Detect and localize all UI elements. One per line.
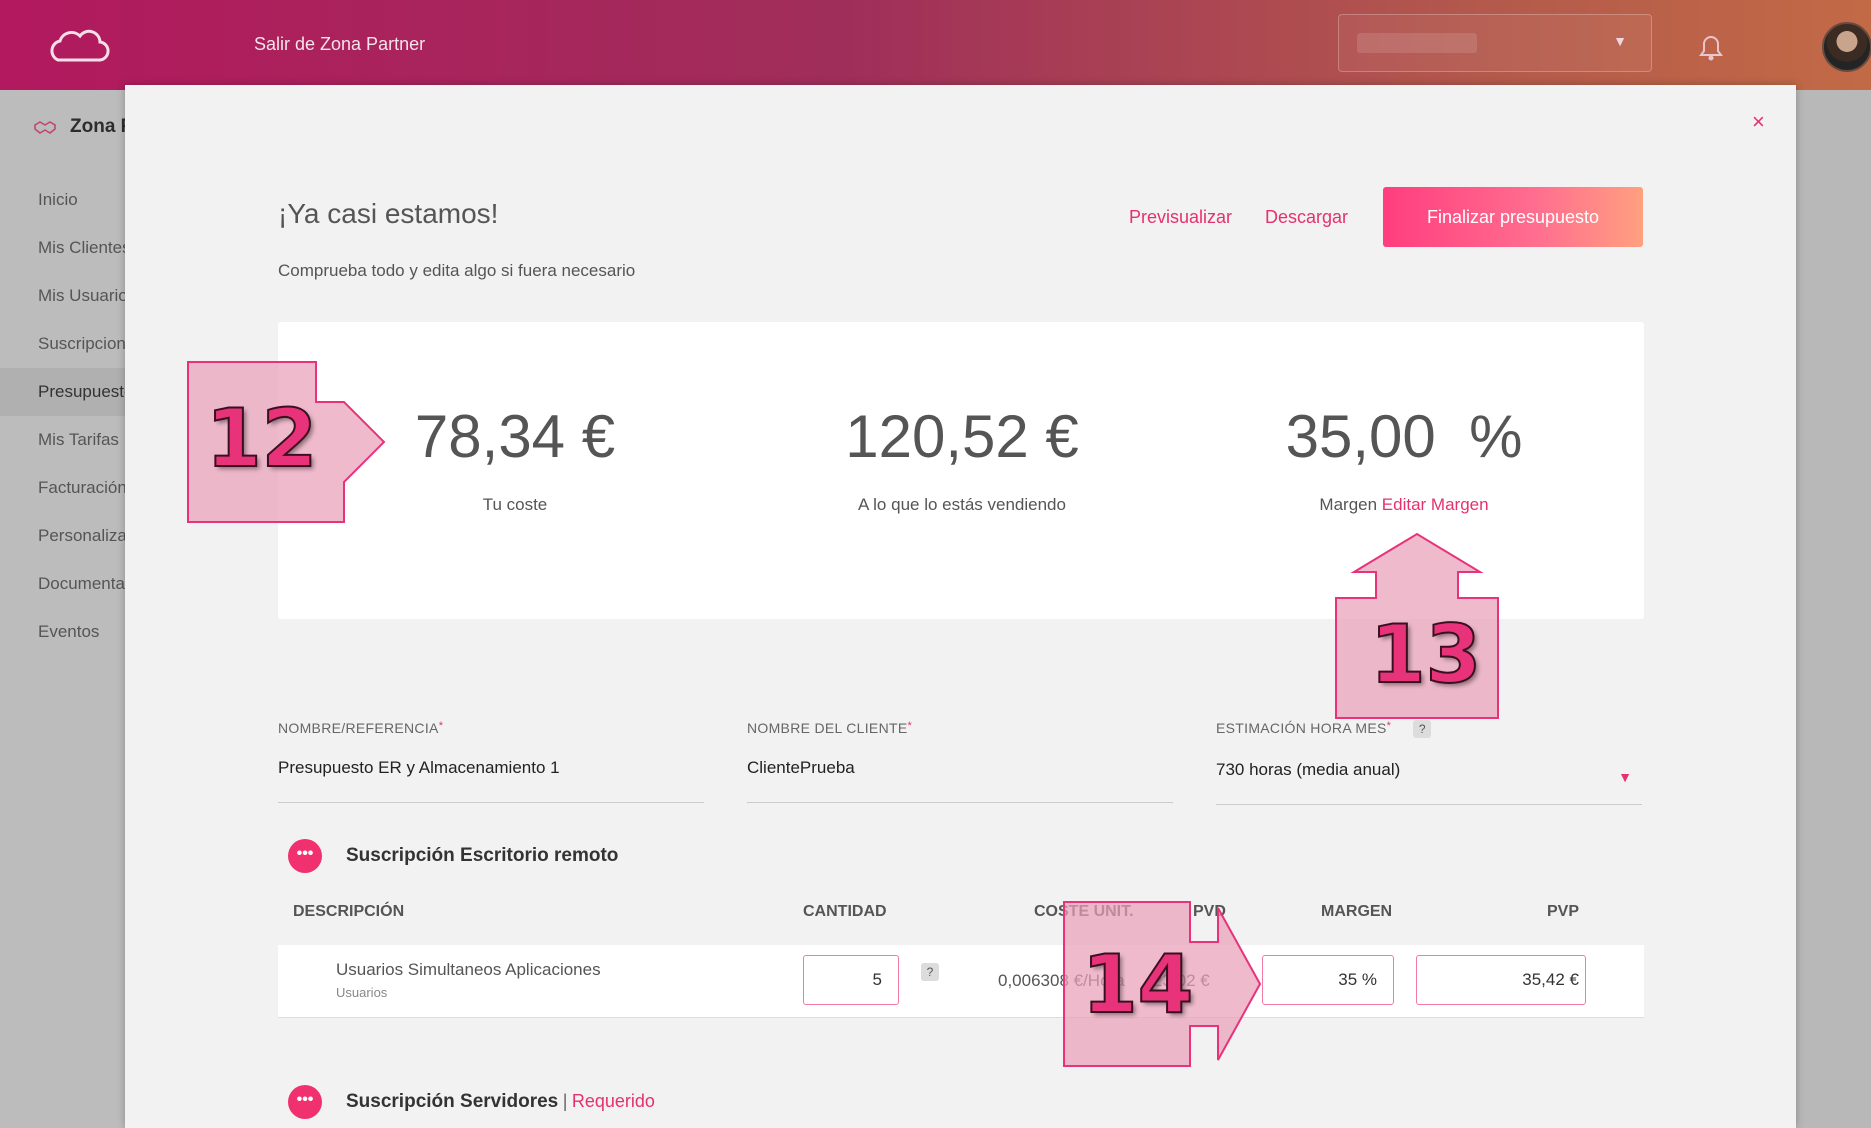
handshake-icon: [34, 121, 56, 134]
col-header-description: DESCRIPCIÓN: [293, 903, 405, 920]
preview-link[interactable]: Previsualizar: [1129, 207, 1232, 228]
modal-subtitle: Comprueba todo y edita algo si fuera nec…: [278, 261, 636, 280]
sidebar: Zona P Inicio Mis Clientes Mis Usuarios …: [0, 90, 144, 1128]
cloud-logo-icon[interactable]: [44, 26, 114, 66]
col-header-margin: MARGEN: [1321, 903, 1393, 920]
more-options-icon[interactable]: •••: [288, 1085, 322, 1119]
client-field-label: NOMBRE DEL CLIENTE*: [747, 720, 913, 736]
sidebar-item-usuarios[interactable]: Mis Usuarios: [38, 286, 136, 306]
close-icon[interactable]: ×: [1752, 109, 1765, 135]
notifications-bell-icon[interactable]: [1698, 34, 1724, 62]
margin-value: 35,00 %: [1285, 403, 1523, 470]
sale-label: A lo que lo estás vendiendo: [858, 495, 1066, 514]
hours-field[interactable]: ESTIMACIÓN HORA MES* ? 730 horas (media …: [1216, 720, 1642, 806]
row-description: Usuarios Simultaneos Aplicaciones: [336, 960, 601, 979]
section-servers-header: ••• Suscripción Servidores | Requerido: [288, 1085, 655, 1119]
margin-input[interactable]: 35 %: [1262, 955, 1394, 1005]
help-icon[interactable]: ?: [921, 963, 939, 981]
chevron-down-icon[interactable]: ▼: [1618, 769, 1632, 785]
margin-label: Margen: [1319, 495, 1378, 514]
row-pvd: 23,02 €: [1153, 971, 1210, 990]
section-remote-desktop-header: ••• Suscripción Escritorio remoto: [288, 839, 618, 873]
hours-select[interactable]: 730 horas (media anual): [1216, 760, 1642, 806]
sidebar-item-eventos[interactable]: Eventos: [38, 622, 99, 642]
more-options-icon[interactable]: •••: [288, 839, 322, 873]
sidebar-item-personaliza[interactable]: Personaliza: [38, 526, 127, 546]
summary-card: 78,34 € Tu coste 120,52 € A lo que lo es…: [278, 322, 1644, 619]
cost-stat: 78,34 € Tu coste: [295, 402, 735, 515]
sidebar-item-documenta[interactable]: Documenta: [38, 574, 125, 594]
sidebar-section-header: Zona P: [34, 116, 133, 138]
col-header-pvp: PVP: [1547, 903, 1580, 920]
edit-margin-link[interactable]: Editar Margen: [1382, 495, 1489, 514]
budget-modal: × ¡Ya casi estamos! Comprueba todo y edi…: [125, 85, 1796, 1128]
row-unit-cost: 0,006308 €/Hora: [998, 971, 1125, 990]
section-title: Suscripción Servidores | Requerido: [346, 1091, 655, 1112]
user-avatar[interactable]: [1822, 22, 1871, 72]
sidebar-item-facturacion[interactable]: Facturación: [38, 478, 127, 498]
sidebar-item-tarifas[interactable]: Mis Tarifas: [38, 430, 119, 450]
name-field-label: NOMBRE/REFERENCIA*: [278, 720, 444, 736]
account-select-value: [1357, 33, 1477, 53]
name-input[interactable]: Presupuesto ER y Almacenamiento 1: [278, 758, 704, 803]
download-link[interactable]: Descargar: [1265, 207, 1348, 228]
cost-value: 78,34 €: [414, 403, 616, 470]
name-field[interactable]: NOMBRE/REFERENCIA* Presupuesto ER y Alma…: [278, 720, 704, 803]
col-header-quantity: CANTIDAD: [803, 903, 887, 920]
chevron-down-icon: ▼: [1613, 33, 1627, 49]
sale-value: 120,52 €: [845, 403, 1079, 470]
exit-partner-zone-link[interactable]: Salir de Zona Partner: [254, 34, 425, 55]
cost-label: Tu coste: [482, 495, 548, 514]
hours-field-label: ESTIMACIÓN HORA MES* ?: [1216, 720, 1642, 739]
client-field[interactable]: NOMBRE DEL CLIENTE* ClientePrueba: [747, 720, 1173, 803]
sale-stat: 120,52 € A lo que lo estás vendiendo: [742, 402, 1182, 515]
col-header-unit-cost: COSTE UNIT.: [1034, 903, 1134, 920]
table-row: Usuarios Simultaneos Aplicaciones Usuari…: [278, 945, 1644, 1018]
pvp-input[interactable]: 35,42 €: [1416, 955, 1586, 1005]
top-bar: Salir de Zona Partner ▼: [0, 0, 1871, 90]
col-header-pvd: PVD: [1193, 903, 1226, 920]
quantity-input[interactable]: 5: [803, 955, 899, 1005]
row-description-sub: Usuarios: [336, 985, 388, 1000]
help-icon[interactable]: ?: [1413, 720, 1432, 739]
sidebar-item-inicio[interactable]: Inicio: [38, 190, 78, 210]
sidebar-section-label: Zona P: [70, 116, 134, 137]
margin-stat: 35,00 % Margen Editar Margen: [1184, 402, 1624, 515]
account-select[interactable]: ▼: [1338, 14, 1652, 72]
margin-label-row: Margen Editar Margen: [1184, 495, 1624, 515]
modal-title: ¡Ya casi estamos!: [278, 198, 499, 229]
finalize-budget-button[interactable]: Finalizar presupuesto: [1383, 187, 1643, 247]
sidebar-item-presupuestos[interactable]: Presupuestos: [0, 368, 142, 416]
section-title: Suscripción Escritorio remoto: [346, 845, 619, 866]
sidebar-item-clientes[interactable]: Mis Clientes: [38, 238, 131, 258]
client-input[interactable]: ClientePrueba: [747, 758, 1173, 803]
